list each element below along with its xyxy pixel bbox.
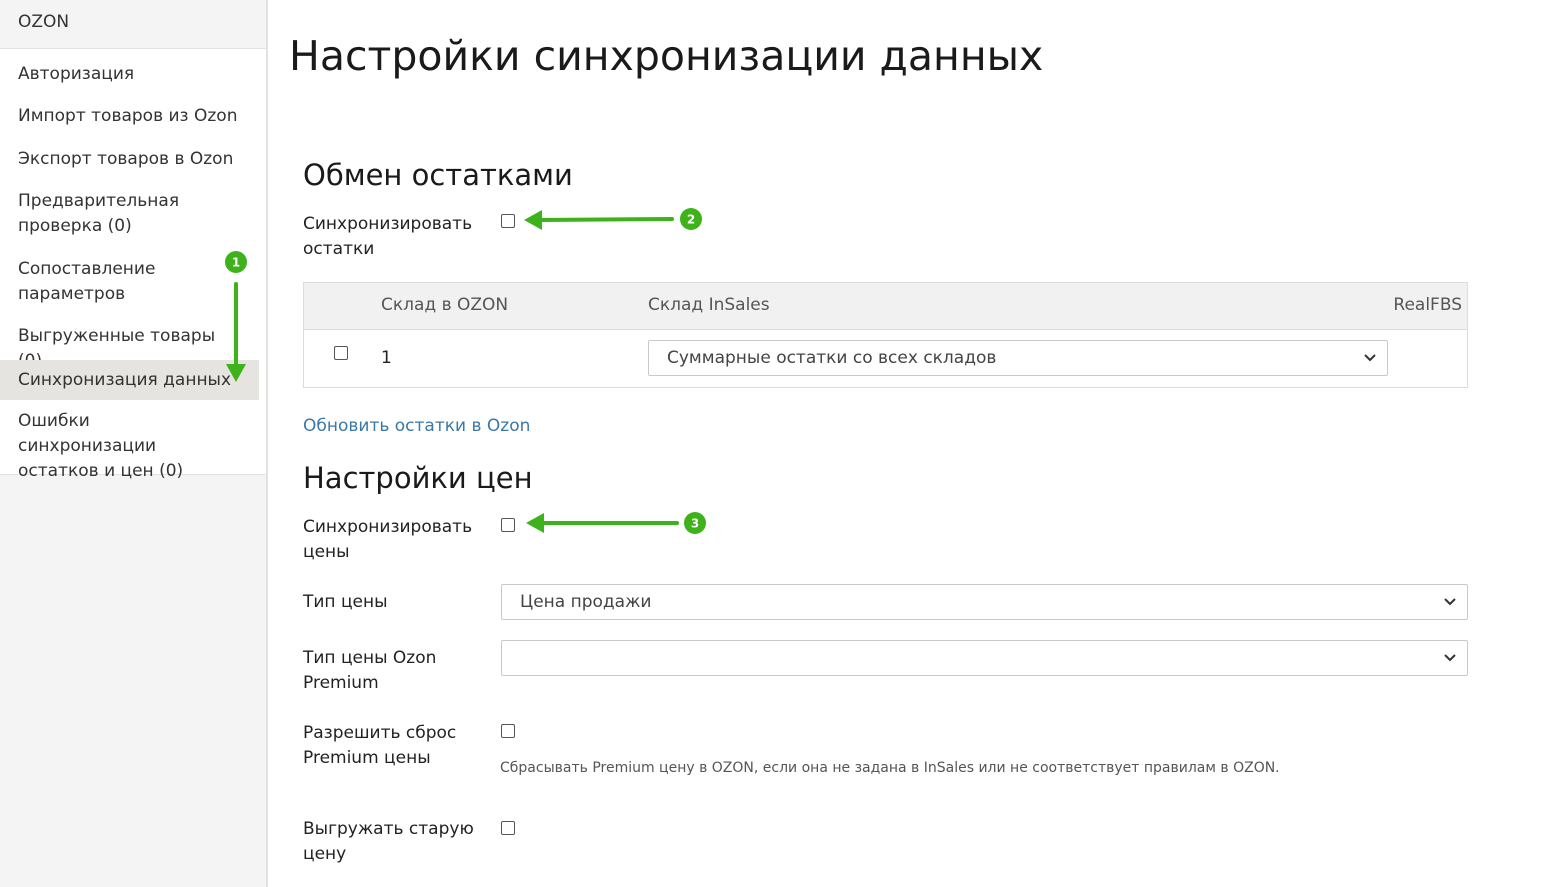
annotation-arrow-2 [536,217,674,222]
allow-reset-checkbox[interactable] [501,724,515,738]
row-ozon-warehouse: 1 [381,348,392,368]
allow-reset-label: Разрешить сброс Premium цены [303,723,457,768]
sidebar-item-export[interactable]: Экспорт товаров в Ozon [0,147,259,172]
sync-stock-checkbox[interactable] [501,214,515,228]
chevron-down-icon [1444,654,1456,662]
sidebar: OZON Авторизация Импорт товаров из Ozon … [0,0,268,887]
sidebar-item-sync[interactable]: Синхронизация данных [0,360,259,400]
insales-warehouse-value: Суммарные остатки со всех складов [667,348,997,368]
annotation-marker-2 [680,208,702,230]
prices-section-title: Настройки цен [303,461,533,495]
premium-price-type-label: Тип цены Ozon Premium [303,648,437,693]
sidebar-item-authorization[interactable]: Авторизация [0,62,259,87]
page-title: Настройки синхронизации данных [289,32,1044,80]
price-type-select[interactable]: Цена продажи [501,584,1468,620]
sync-prices-label: Синхронизировать цены [303,517,473,562]
sync-stock-label: Синхронизировать остатки [303,214,473,259]
annotation-marker-2-label: 2 [687,213,695,227]
annotation-marker-3 [684,512,706,534]
old-price-checkbox[interactable] [501,821,515,835]
insales-warehouse-select[interactable]: Суммарные остатки со всех складов [648,340,1388,376]
annotation-arrowhead-2 [524,210,542,230]
sidebar-brand: OZON [0,0,266,49]
premium-price-type-select[interactable] [501,640,1468,676]
warehouse-table: Склад в OZON Склад InSales RealFBS 1 Сум… [303,282,1468,388]
price-type-value: Цена продажи [520,592,652,612]
annotation-marker-3-label: 3 [691,517,699,531]
sidebar-item-mapping[interactable]: Сопоставление параметров [0,257,200,307]
price-type-label: Тип цены [303,592,388,612]
allow-reset-hint: Сбрасывать Premium цену в OZON, если она… [500,760,1280,776]
table-header: Склад в OZON Склад InSales RealFBS [304,283,1467,330]
sidebar-item-sync-errors[interactable]: Ошибки синхронизации остатков и цен (0) [0,409,240,484]
update-stock-link[interactable]: Обновить остатки в Ozon [303,416,530,436]
header-insales-warehouse: Склад InSales [648,295,770,315]
sync-prices-checkbox[interactable] [501,518,515,532]
chevron-down-icon [1444,598,1456,606]
header-ozon-warehouse: Склад в OZON [381,295,509,315]
sidebar-item-import[interactable]: Импорт товаров из Ozon [0,104,259,129]
sidebar-item-precheck[interactable]: Предварительная проверка (0) [0,189,200,239]
chevron-down-icon [1364,354,1376,362]
stock-section-title: Обмен остатками [303,158,573,192]
row-checkbox[interactable] [334,346,348,360]
header-realfbs: RealFBS [1393,295,1462,315]
old-price-label: Выгружать старую цену [303,819,474,864]
annotation-arrowhead-3 [526,513,544,533]
